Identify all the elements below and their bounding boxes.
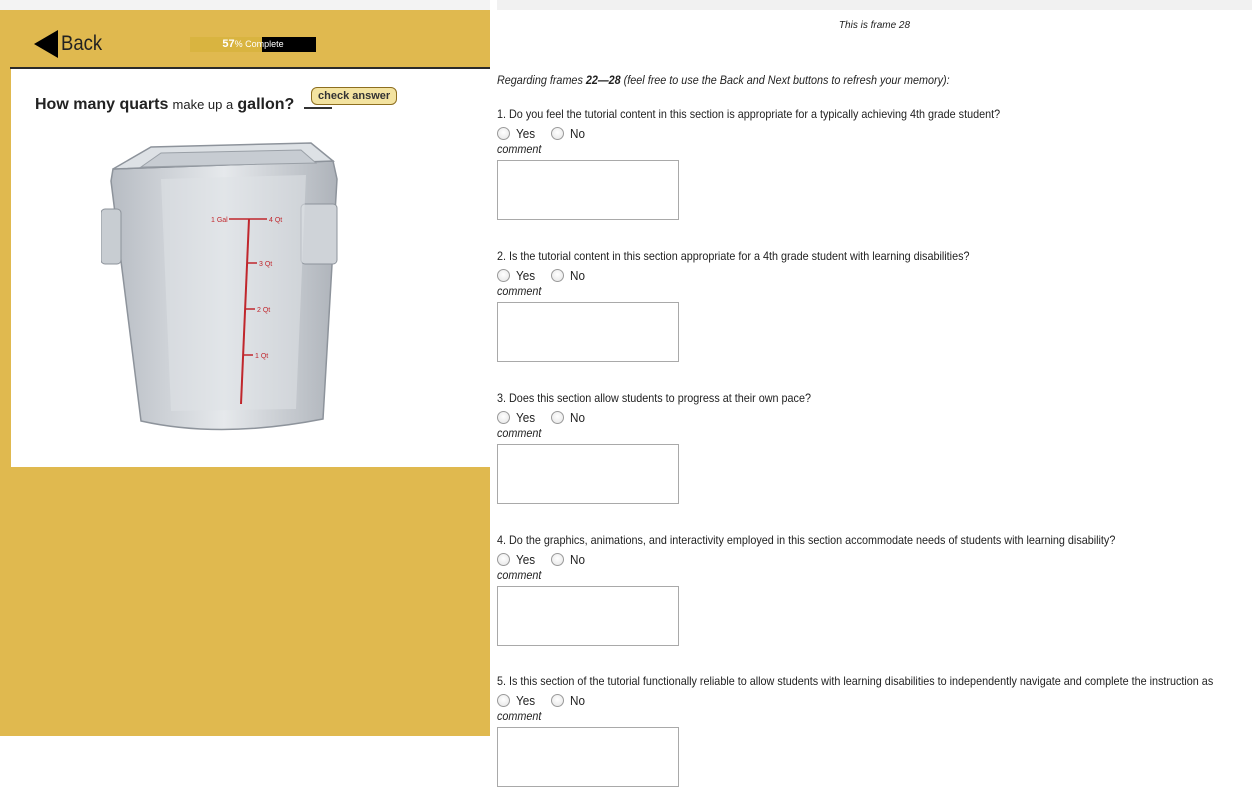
intro-range: 22—28 (585, 73, 621, 87)
question-bold-2: gallon? (237, 96, 295, 113)
question-2-text: 2. Is the tutorial content in this secti… (497, 249, 970, 263)
top-strip (0, 0, 490, 10)
radio-no-label: No (570, 409, 586, 425)
question-text: How many quarts make up a gallon? (35, 95, 333, 114)
question-5-text: 5. Is this section of the tutorial funct… (497, 674, 1214, 688)
frame-label: This is frame 28 (838, 20, 911, 31)
back-arrow-icon (34, 30, 58, 58)
radio-no[interactable] (551, 268, 565, 282)
radio-yes-label: Yes (516, 692, 536, 708)
question-5-options: Yes No (497, 692, 1252, 708)
comment-label: comment (497, 568, 542, 582)
tutorial-panel: Back 57% Complete How many quarts make u… (0, 0, 490, 736)
intro-post: (feel free to use the Back and Next butt… (620, 73, 950, 87)
question-3-options: Yes No (497, 409, 1252, 425)
question-plain: make up a (172, 97, 234, 112)
radio-yes-label: Yes (516, 409, 536, 425)
radio-yes-label: Yes (516, 267, 536, 283)
question-block-3: 3. Does this section allow students to p… (497, 391, 1252, 507)
progress-percent: 57 (222, 38, 235, 50)
radio-no[interactable] (551, 552, 565, 566)
question-4-options: Yes No (497, 551, 1252, 567)
comment-textarea-2[interactable] (497, 302, 679, 362)
radio-yes[interactable] (497, 268, 510, 282)
radio-no[interactable] (551, 126, 565, 140)
radio-yes-label: Yes (516, 551, 536, 567)
question-2-options: Yes No (497, 267, 1252, 283)
survey-panel: This is frame 28 Regarding frames 22—28 … (497, 0, 1252, 787)
question-block-2: 2. Is the tutorial content in this secti… (497, 249, 1252, 365)
radio-no-label: No (570, 267, 586, 283)
question-block-1: 1. Do you feel the tutorial content in t… (497, 107, 1252, 223)
radio-no[interactable] (551, 410, 565, 424)
question-3-text: 3. Does this section allow students to p… (497, 391, 811, 405)
radio-no[interactable] (551, 693, 565, 707)
radio-no-label: No (570, 125, 586, 141)
gallon-bucket-image: 1 Gal 4 Qt 3 Qt 2 Qt 1 Qt (101, 142, 338, 431)
radio-yes[interactable] (497, 126, 510, 140)
intro-pre: Regarding frames (497, 73, 586, 87)
back-button[interactable]: Back (34, 30, 108, 58)
question-1-text: 1. Do you feel the tutorial content in t… (497, 107, 1001, 121)
radio-yes[interactable] (497, 410, 510, 424)
question-1-options: Yes No (497, 125, 1252, 141)
mark-2qt: 2 Qt (257, 307, 270, 314)
progress-text: 57% Complete (190, 37, 316, 52)
comment-label: comment (497, 426, 542, 440)
comment-textarea-5[interactable] (497, 727, 679, 787)
comment-textarea-4[interactable] (497, 586, 679, 646)
mark-3qt: 3 Qt (259, 261, 272, 268)
question-block-5: 5. Is this section of the tutorial funct… (497, 674, 1252, 790)
progress-suffix: % Complete (234, 39, 284, 49)
check-answer-button[interactable]: check answer (311, 87, 398, 105)
mark-4qt: 4 Qt (269, 217, 282, 224)
radio-yes[interactable] (497, 552, 510, 566)
progress-bar: 57% Complete (190, 37, 316, 52)
mark-1qt: 1 Qt (255, 353, 268, 360)
comment-textarea-3[interactable] (497, 444, 679, 504)
question-bold-1: How many quarts (35, 96, 169, 113)
survey-top-strip (497, 0, 1252, 10)
comment-label: comment (497, 142, 542, 156)
question-card: How many quarts make up a gallon? check … (11, 69, 490, 467)
comment-label: comment (497, 709, 542, 723)
comment-label: comment (497, 284, 542, 298)
question-4-text: 4. Do the graphics, animations, and inte… (497, 533, 1116, 547)
comment-textarea-1[interactable] (497, 160, 679, 220)
question-block-4: 4. Do the graphics, animations, and inte… (497, 533, 1252, 649)
radio-yes[interactable] (497, 693, 510, 707)
survey-intro: Regarding frames 22—28 (feel free to use… (497, 73, 950, 87)
back-label: Back (61, 32, 103, 55)
radio-no-label: No (570, 551, 586, 567)
radio-no-label: No (570, 692, 586, 708)
radio-yes-label: Yes (516, 125, 536, 141)
mark-1gal: 1 Gal (211, 217, 228, 224)
